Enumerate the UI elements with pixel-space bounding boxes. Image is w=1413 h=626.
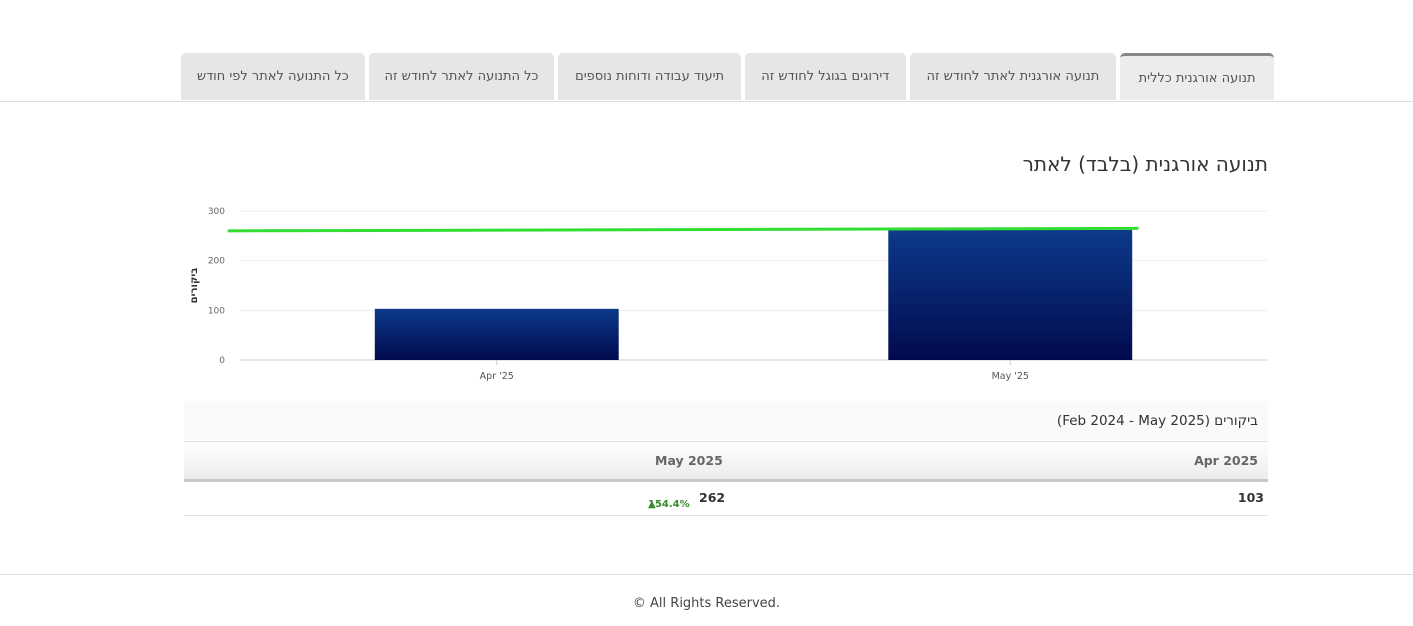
tab-work-documentation-reports[interactable]: תיעוד עבודה ודוחות נוספים [558,53,741,100]
visits-chart: 0 100 200 300 ביקורים Apr '25 May '25 [189,207,1267,382]
table-caption: ביקורים (Feb 2024 - May 2025) [184,401,1268,440]
copyright-text: © All Rights Reserved. [632,596,781,611]
tab-organic-traffic-this-month[interactable]: תנועה אורגנית לאתר לחודש זה [909,53,1117,100]
cell-may-value: 262 [699,490,726,505]
table-row: 103 154.4% ▲ 262 [184,481,1268,516]
bar-may25 [888,229,1133,360]
tab-all-traffic-by-month[interactable]: כל התנועה לאתר לפי חודש [181,53,365,100]
tab-list: תנועה אורגנית כללית תנועה אורגנית לאתר ל… [181,53,1274,101]
y-tick-label: 200 [208,257,225,267]
y-tick-label: 100 [208,306,225,316]
tab-all-traffic-this-month[interactable]: כל התנועה לאתר לחודש זה [368,53,555,100]
cell-apr-value: 103 [1237,490,1264,505]
x-tick-label: Apr '25 [480,371,514,382]
tab-general-organic-traffic[interactable]: תנועה אורגנית כללית [1120,53,1274,100]
tabs-bar: תנועה אורגנית כללית תנועה אורגנית לאתר ל… [0,0,1413,102]
y-tick-label: 300 [208,207,225,217]
header-apr-2025: Apr 2025 [1194,453,1258,468]
y-axis-label: ביקורים [189,268,200,304]
footer: © All Rights Reserved. [0,574,1413,626]
y-tick-label: 0 [219,356,225,366]
page-title: תנועה אורגנית (בלבד) לאתר [1022,152,1268,176]
tab-google-rankings-this-month[interactable]: דירוגים בגוגל לחודש זה [744,53,906,100]
table-header: Apr 2025 May 2025 [184,441,1268,482]
x-tick-label: May '25 [992,371,1029,382]
bar-apr25 [374,308,619,360]
header-may-2025: May 2025 [655,453,723,468]
trend-up-icon: ▲ [648,499,656,510]
